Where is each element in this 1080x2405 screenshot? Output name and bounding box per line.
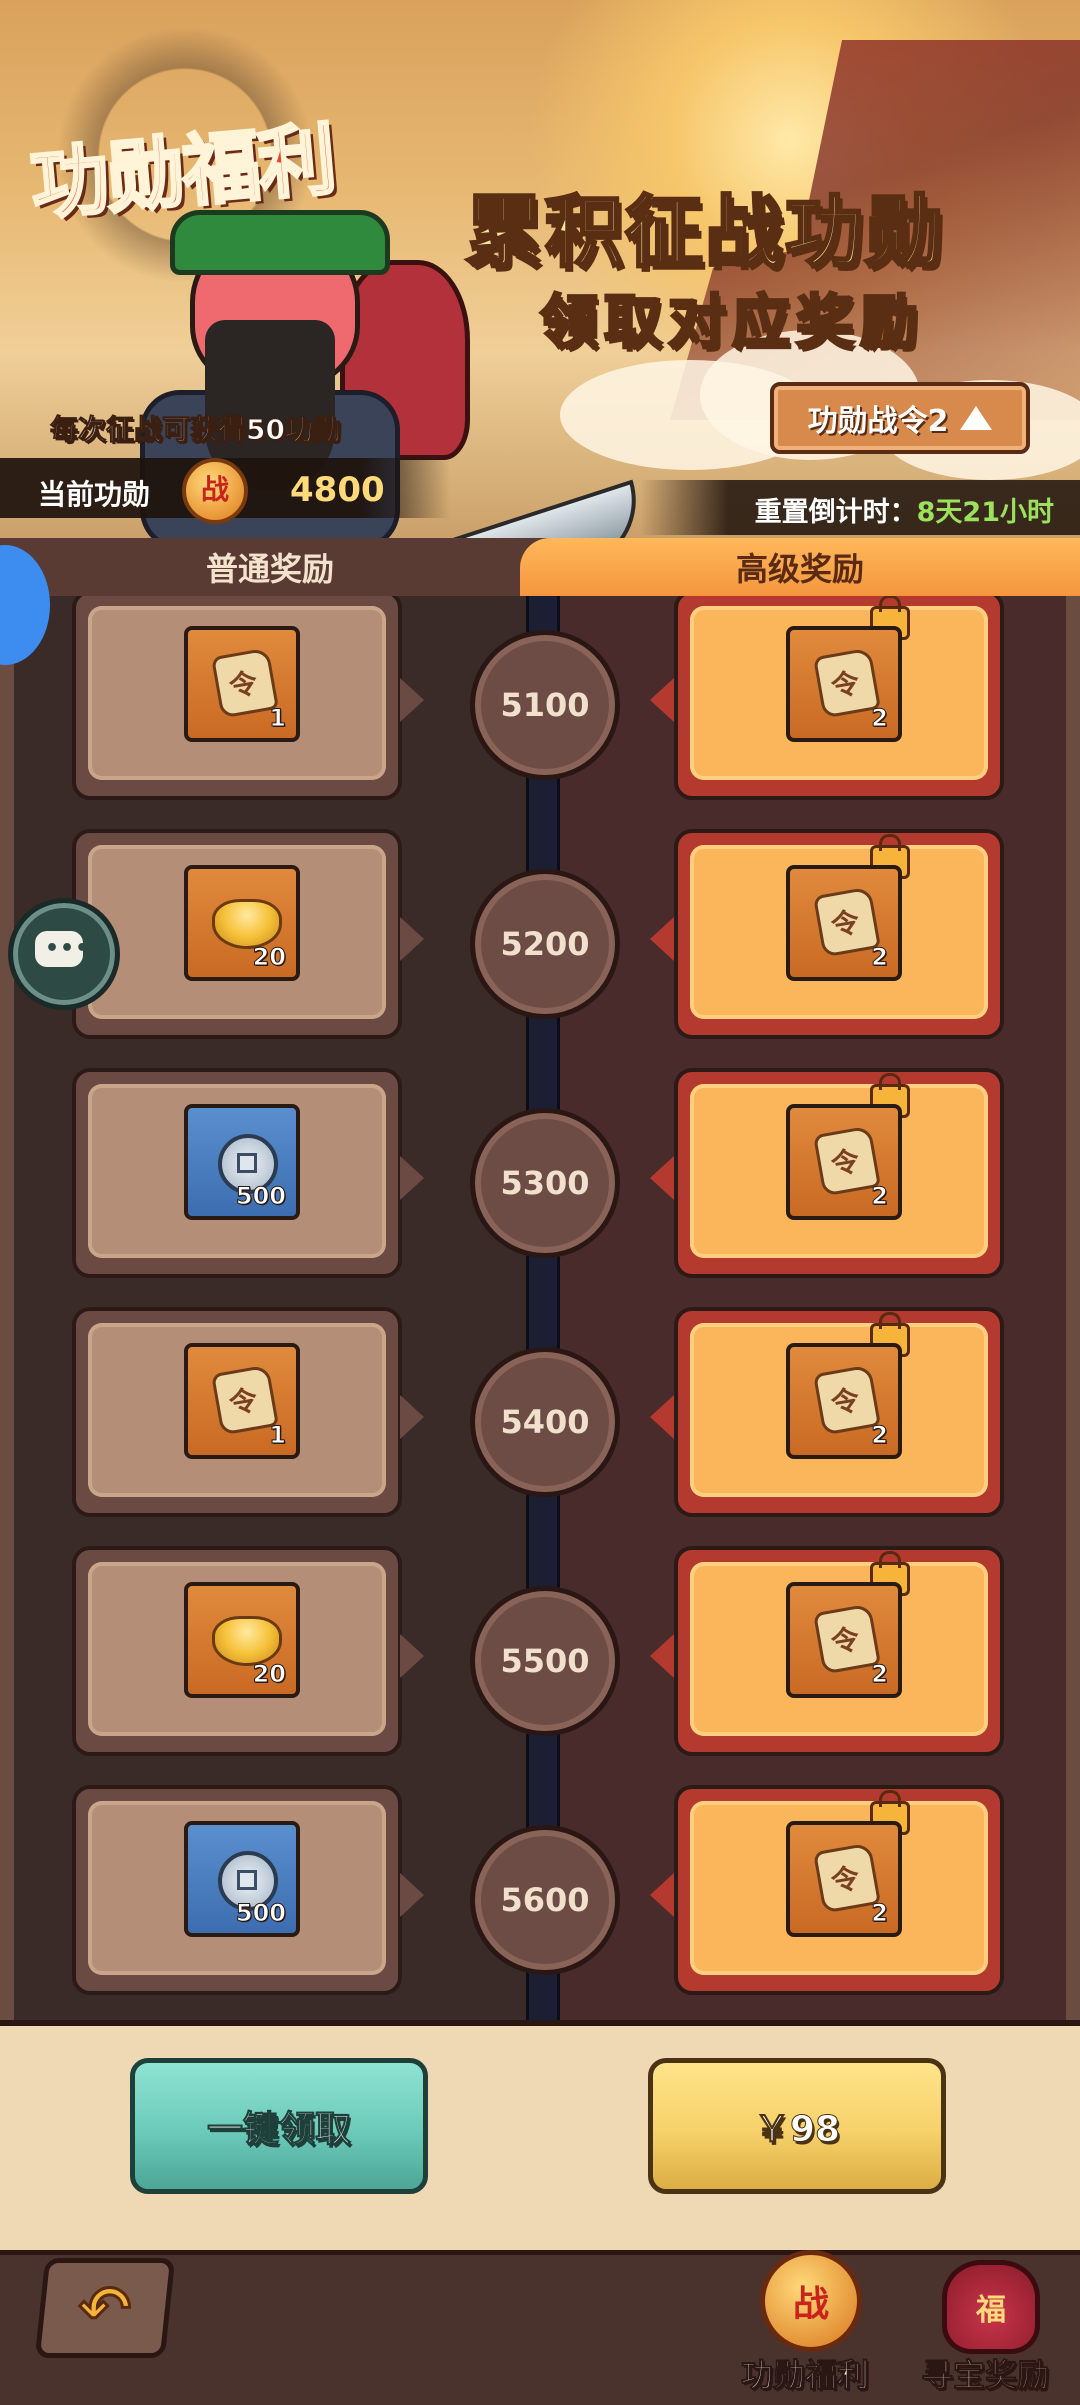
reward-row: 1 5100 2 (0, 596, 1080, 805)
tab-normal-rewards[interactable]: 普通奖励 (40, 538, 500, 596)
premium-reward-qty: 2 (871, 1899, 889, 1928)
milestone-badge: 5100 (470, 630, 620, 780)
claim-all-button[interactable]: 一键领取 (130, 2058, 428, 2194)
card-pointer (650, 1873, 674, 1917)
back-arrow-icon: ↶ (78, 2270, 133, 2346)
premium-reward-item[interactable]: 2 (786, 1582, 902, 1698)
gold-ingot-icon (212, 1616, 282, 1666)
normal-reward-item[interactable]: 500 (184, 1821, 300, 1937)
countdown-label: 重置倒计时： (754, 497, 917, 528)
reward-row: 500 5300 2 (0, 1068, 1080, 1283)
normal-reward-item[interactable]: 500 (184, 1104, 300, 1220)
card-pointer (650, 917, 674, 961)
premium-reward-qty: 2 (871, 943, 889, 972)
chat-dots-icon: ••• (45, 936, 91, 961)
normal-reward-item[interactable]: 20 (184, 1582, 300, 1698)
premium-reward-item[interactable]: 2 (786, 865, 902, 981)
milestone-badge: 5400 (470, 1347, 620, 1497)
reset-countdown: 重置倒计时：8天21小时 (755, 490, 1054, 529)
milestone-badge: 5300 (470, 1108, 620, 1258)
purchase-button[interactable]: ￥98 (648, 2058, 946, 2194)
normal-reward-item[interactable]: 20 (184, 865, 300, 981)
nav-merit-welfare-label: 功勋福利 (740, 2356, 869, 2395)
current-merit-value: 4800 (290, 470, 385, 510)
premium-reward-item[interactable]: 2 (786, 1821, 902, 1937)
premium-reward-qty: 2 (871, 1660, 889, 1689)
reward-row: 20 5200 2 (0, 829, 1080, 1044)
headline: 累积征战功勋 (463, 186, 946, 280)
premium-reward-qty: 2 (871, 1421, 889, 1450)
card-pointer (650, 1156, 674, 1200)
card-pointer (650, 1395, 674, 1439)
header-banner: 功勋福利 累积征战功勋 领取对应奖励 每次征战可获得50功勋 当前功勋 战 48… (0, 0, 1080, 540)
normal-reward-qty: 1 (269, 704, 287, 733)
milestone-badge: 5500 (470, 1586, 620, 1736)
reward-row: 1 5400 2 (0, 1307, 1080, 1522)
reward-row: 20 5500 2 (0, 1546, 1080, 1761)
subheadline: 领取对应奖励 (538, 287, 925, 358)
merit-badge-icon: 战 (760, 2250, 862, 2352)
glaive-blade (434, 479, 654, 540)
reward-list[interactable]: 1 5100 2 20 5200 2 500 5300 2 1 5400 2 20 5500 2 500 560… (0, 596, 1080, 2020)
normal-reward-item[interactable]: 1 (184, 626, 300, 742)
merit-coin-icon: 战 (182, 458, 248, 524)
premium-reward-item[interactable]: 2 (786, 1343, 902, 1459)
reward-row: 500 5600 2 (0, 1785, 1080, 2000)
normal-reward-qty: 500 (235, 1182, 286, 1211)
card-pointer (650, 678, 674, 722)
card-pointer (400, 678, 424, 722)
card-pointer (400, 1634, 424, 1678)
merit-gain-info: 每次征战可获得50功勋 (50, 413, 342, 447)
normal-reward-qty: 1 (269, 1421, 287, 1450)
normal-reward-qty: 500 (235, 1899, 286, 1928)
merit-pass-label: 功勋战令2 (807, 404, 949, 439)
normal-reward-item[interactable]: 1 (184, 1343, 300, 1459)
premium-reward-qty: 2 (871, 1182, 889, 1211)
premium-reward-qty: 2 (871, 704, 889, 733)
card-pointer (400, 1395, 424, 1439)
normal-reward-qty: 20 (252, 943, 286, 972)
card-pointer (400, 1873, 424, 1917)
merit-pass-dropdown-button[interactable]: 功勋战令2 (770, 382, 1030, 454)
fortune-bag-icon: 福 (942, 2260, 1040, 2354)
current-merit-label: 当前功勋 (38, 478, 151, 511)
back-button[interactable]: ↶ (34, 2258, 176, 2358)
nav-treasure-rewards-label: 寻宝奖励 (920, 2356, 1049, 2395)
chat-button[interactable]: ••• (8, 898, 120, 1010)
normal-reward-qty: 20 (252, 1660, 286, 1689)
premium-reward-item[interactable]: 2 (786, 1104, 902, 1220)
gold-ingot-icon (212, 899, 282, 949)
chevron-up-icon (960, 406, 993, 430)
card-pointer (400, 1156, 424, 1200)
nav-merit-welfare[interactable]: 战 功勋福利 (720, 2240, 890, 2400)
card-pointer (650, 1634, 674, 1678)
milestone-badge: 5200 (470, 869, 620, 1019)
card-pointer (400, 917, 424, 961)
tab-premium-rewards[interactable]: 高级奖励 (520, 538, 1080, 596)
milestone-badge: 5600 (470, 1825, 620, 1975)
countdown-value: 8天21小时 (916, 497, 1054, 528)
premium-reward-item[interactable]: 2 (786, 626, 902, 742)
nav-treasure-rewards[interactable]: 福 寻宝奖励 (900, 2240, 1070, 2400)
